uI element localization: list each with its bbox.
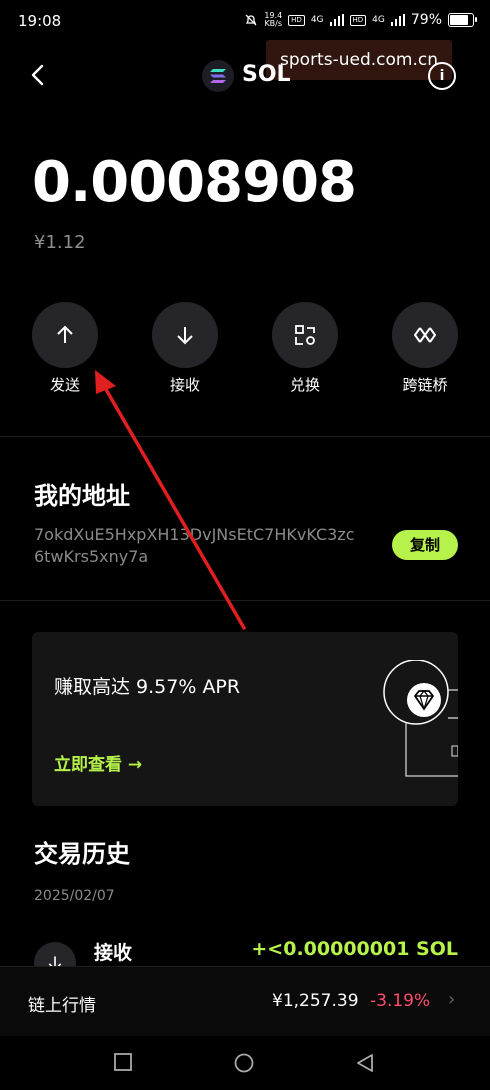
recents-square-icon[interactable]	[114, 1053, 132, 1071]
arrow-up-icon	[57, 325, 73, 343]
send-label: 发送	[49, 376, 80, 394]
market-change: -3.19%	[370, 991, 431, 1011]
send-button[interactable]: 发送	[32, 302, 98, 395]
market-title: 链上行情	[28, 996, 96, 1016]
network-4g-label-2: 4G	[372, 15, 385, 25]
back-triangle-icon[interactable]	[356, 1053, 374, 1073]
divider-2	[0, 600, 490, 601]
status-icons: 19.4 KB/s HD 4G HD 4G 79%	[244, 11, 477, 28]
page-title: SOL	[242, 62, 291, 87]
diamond-illustration-icon	[383, 660, 458, 777]
battery-percent: 79%	[410, 12, 442, 28]
battery-icon	[448, 13, 477, 27]
copy-address-button[interactable]: 复制	[392, 530, 458, 560]
signal-icon-2	[390, 14, 405, 26]
back-arrow-icon[interactable]	[28, 62, 48, 88]
tx-amount: +<0.00000001 SOL	[251, 938, 458, 960]
info-icon[interactable]: i	[428, 62, 456, 90]
hd-badge: HD	[288, 14, 305, 26]
balance-fiat: ¥1.12	[34, 232, 86, 253]
market-bar[interactable]: 链上行情 ¥1,257.39 -3.19% ›	[0, 966, 490, 1037]
hd-badge-2: HD	[349, 14, 367, 26]
bridge-icon-circle[interactable]	[392, 302, 458, 368]
promo-text: 赚取高达 9.57% APR	[54, 676, 241, 698]
swap-label: 兑换	[289, 376, 320, 394]
status-bar: 19:08 19.4 KB/s HD 4G HD 4G 79%	[0, 0, 490, 44]
history-title: 交易历史	[34, 840, 130, 868]
balance-amount: 0.0008908	[32, 150, 357, 215]
receive-icon-circle[interactable]	[152, 302, 218, 368]
signal-icon	[329, 14, 344, 26]
receive-button[interactable]: 接收	[152, 302, 218, 395]
bridge-button[interactable]: 跨链桥	[392, 302, 458, 395]
market-price: ¥1,257.39	[272, 991, 359, 1011]
arrow-down-icon	[177, 327, 193, 345]
tx-type[interactable]: 接收	[94, 938, 132, 965]
swap-icon-circle[interactable]	[272, 302, 338, 368]
send-icon-circle[interactable]	[32, 302, 98, 368]
receive-label: 接收	[169, 376, 200, 394]
net-speed: 19.4 KB/s	[264, 11, 283, 28]
system-nav-bar	[0, 1036, 490, 1090]
sol-logo-icon	[202, 60, 234, 92]
network-4g-label: 4G	[310, 15, 324, 25]
home-circle-icon[interactable]	[234, 1053, 254, 1073]
watermark: sports-ued.com.cn	[266, 40, 452, 80]
wallet-address: 7okdXuE5HxpXH13DvJNsEtC7HKvKC3zc6twKrs5x…	[34, 525, 355, 566]
chevron-right-icon[interactable]: ›	[448, 989, 455, 1010]
staking-promo-card[interactable]: 赚取高达 9.57% APR 立即查看 →	[32, 632, 458, 806]
status-time: 19:08	[18, 12, 62, 30]
history-date: 2025/02/07	[34, 888, 115, 904]
divider	[0, 436, 490, 437]
swap-button[interactable]: 兑换	[272, 302, 338, 395]
address-title: 我的地址	[34, 482, 130, 510]
swap-grid-icon	[295, 325, 315, 345]
mute-bell-icon	[245, 14, 257, 26]
bridge-icon	[414, 327, 436, 343]
bridge-label: 跨链桥	[402, 376, 448, 394]
view-now-link[interactable]: 立即查看 →	[54, 750, 142, 775]
